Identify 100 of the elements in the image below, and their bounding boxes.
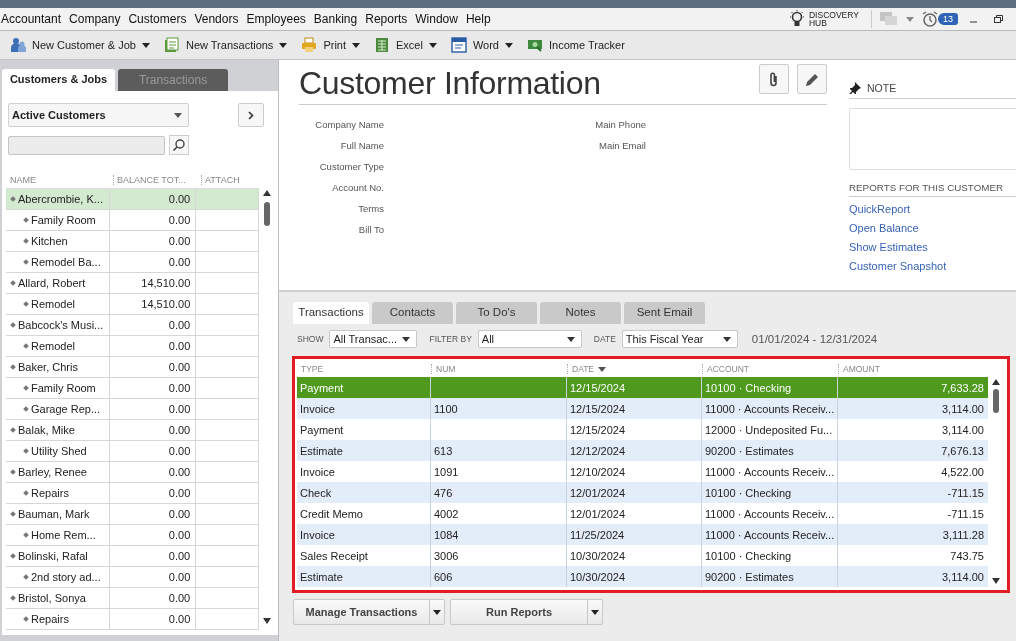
menu-item[interactable]: Help <box>465 12 491 26</box>
split-button[interactable]: Manage Transactions <box>293 599 445 625</box>
toolbar-button[interactable]: Income Tracker <box>527 37 625 53</box>
tab[interactable]: Contacts <box>372 302 453 324</box>
column-header[interactable]: NUM <box>431 364 567 374</box>
caret-icon <box>402 336 411 342</box>
edit-button[interactable] <box>797 64 827 94</box>
customer-row[interactable]: Repairs 0.00 <box>6 483 259 504</box>
customer-row[interactable]: Baker, Chris 0.00 <box>6 357 259 378</box>
table-cell: 7,676.13 <box>941 444 984 457</box>
page-title: Customer Information <box>299 65 601 102</box>
table-cell: 4002 <box>434 507 459 520</box>
transaction-row[interactable]: Estimate 613 12/12/2024 90200 · Estimates 7,676.13 <box>297 440 988 461</box>
expand-button[interactable] <box>238 103 264 127</box>
search-field[interactable] <box>8 135 165 155</box>
menu-item[interactable]: Window <box>415 12 458 26</box>
caret-icon <box>591 609 599 615</box>
menu-item[interactable]: Vendors <box>194 12 239 26</box>
customer-row[interactable]: Garage Rep... 0.00 <box>6 399 259 420</box>
filter-dropdown[interactable]: This Fiscal Year <box>621 330 738 348</box>
pencil-icon <box>804 71 820 87</box>
customer-row[interactable]: Bauman, Mark 0.00 <box>6 504 259 525</box>
column-header[interactable]: ACCOUNT <box>702 364 838 374</box>
customer-row[interactable]: Balak, Mike 0.00 <box>6 420 259 441</box>
balance-amount: 0.00 <box>168 592 191 604</box>
attach-button[interactable] <box>759 64 789 94</box>
customer-name: Family Room <box>31 382 96 394</box>
menu-item[interactable]: Employees <box>246 12 306 26</box>
toolbar-button[interactable]: New Transactions <box>163 37 288 53</box>
table-cell: Estimate <box>300 444 343 457</box>
filter-dropdown[interactable]: All <box>477 330 582 348</box>
customer-row[interactable]: Home Rem... 0.00 <box>6 525 259 546</box>
transaction-row[interactable]: Invoice 1100 12/15/2024 11000 · Accounts Receiv... 3,114.00 <box>297 398 988 419</box>
menu-item[interactable]: Accountant <box>1 12 62 26</box>
balance-amount: 0.00 <box>168 550 191 562</box>
customer-row[interactable]: Kitchen 0.00 <box>6 231 259 252</box>
column-header[interactable]: TYPE <box>297 364 431 374</box>
report-link[interactable]: Open Balance <box>849 222 1016 235</box>
toolbar-button[interactable]: Word <box>450 37 513 53</box>
report-link[interactable]: Show Estimates <box>849 241 1016 254</box>
report-link[interactable]: Customer Snapshot <box>849 260 1016 273</box>
customer-row[interactable]: Bristol, Sonya 0.00 <box>6 588 259 609</box>
table-cell: 1084 <box>434 528 459 541</box>
tab[interactable]: To Do's <box>456 302 537 324</box>
customer-row[interactable]: Abercrombie, K... 0.00 <box>6 189 259 210</box>
customer-row[interactable]: Family Room 0.00 <box>6 210 259 231</box>
toolbar-button[interactable]: New Customer & Job <box>10 37 150 53</box>
filter-dropdown[interactable]: All Transac... <box>329 330 418 348</box>
balance-amount: 0.00 <box>168 424 191 436</box>
transaction-row[interactable]: Estimate 606 10/30/2024 90200 · Estimates 3,114.00 <box>297 566 988 587</box>
customer-name: Repairs <box>31 487 69 499</box>
lightbulb-icon <box>789 10 805 28</box>
customer-row[interactable]: Family Room 0.00 <box>6 378 259 399</box>
transaction-row[interactable]: Payment 12/15/2024 10100 · Checking 7,633.28 <box>297 377 988 398</box>
balance-amount: 0.00 <box>168 466 191 478</box>
printer-icon <box>301 37 318 53</box>
table-cell: 10100 · Checking <box>705 549 792 562</box>
tab[interactable]: Transactions <box>293 302 369 324</box>
customer-name: Remodel <box>31 340 76 352</box>
alert-count-badge[interactable]: 13 <box>938 13 958 25</box>
toolbar-button[interactable]: Excel <box>374 37 437 53</box>
search-button[interactable] <box>169 135 189 155</box>
transaction-row[interactable]: Check 476 12/01/2024 10100 · Checking -711.15 <box>297 482 988 503</box>
column-header[interactable]: AMOUNT <box>838 364 988 374</box>
tab[interactable]: Notes <box>540 302 621 324</box>
table-cell: 10100 · Checking <box>705 381 792 394</box>
toolbar-button[interactable]: Print <box>301 37 360 53</box>
customer-row[interactable]: Remodel 0.00 <box>6 336 259 357</box>
column-header[interactable]: NAME <box>6 174 113 185</box>
customer-row[interactable]: Repairs 0.00 <box>6 609 259 630</box>
table-cell: 11000 · Accounts Receiv... <box>705 528 835 541</box>
view-dropdown[interactable]: Active Customers <box>8 103 189 127</box>
table-cell: 3,114.00 <box>942 423 984 436</box>
customer-row[interactable]: Babcock's Musi... 0.00 <box>6 315 259 336</box>
report-link[interactable]: QuickReport <box>849 203 1016 216</box>
column-header[interactable]: DATE <box>567 364 702 374</box>
column-header[interactable]: BALANCE TOT... <box>113 174 201 185</box>
customer-row[interactable]: Remodel 14,510.00 <box>6 294 259 315</box>
table-cell: 11000 · Accounts Receiv... <box>705 507 835 520</box>
section-heading: REPORTS FOR THIS CUSTOMER <box>849 182 1016 197</box>
menu-item[interactable]: Company <box>69 12 121 26</box>
table-cell: 12/15/2024 <box>570 423 626 436</box>
customer-row[interactable]: Barley, Renee 0.00 <box>6 462 259 483</box>
menu-item[interactable]: Reports <box>365 12 408 26</box>
tab[interactable]: Customers & Jobs <box>2 69 115 91</box>
customer-row[interactable]: Remodel Ba... 0.00 <box>6 252 259 273</box>
field-label: Company Name <box>315 119 384 132</box>
column-header[interactable]: ATTACH <box>201 174 265 185</box>
discovery-hub-button[interactable]: DISCOVERY HUB <box>789 10 872 28</box>
tab[interactable]: Sent Email <box>624 302 705 324</box>
customer-row[interactable]: 2nd story ad... 0.00 <box>6 567 259 588</box>
customer-row[interactable]: Utility Shed 0.00 <box>6 441 259 462</box>
customer-row[interactable]: Bolinski, Rafal 0.00 <box>6 546 259 567</box>
transaction-row[interactable]: Invoice 1084 11/25/2024 11000 · Accounts Receiv... 3,111.28 <box>297 524 988 545</box>
split-button[interactable]: Run Reports <box>450 599 603 625</box>
balance-amount: 14,510.00 <box>141 298 191 310</box>
customer-name: 2nd story ad... <box>31 571 101 583</box>
customer-row[interactable]: Allard, Robert 14,510.00 <box>6 273 259 294</box>
menu-item[interactable]: Customers <box>128 12 187 26</box>
menu-item[interactable]: Banking <box>313 12 358 26</box>
